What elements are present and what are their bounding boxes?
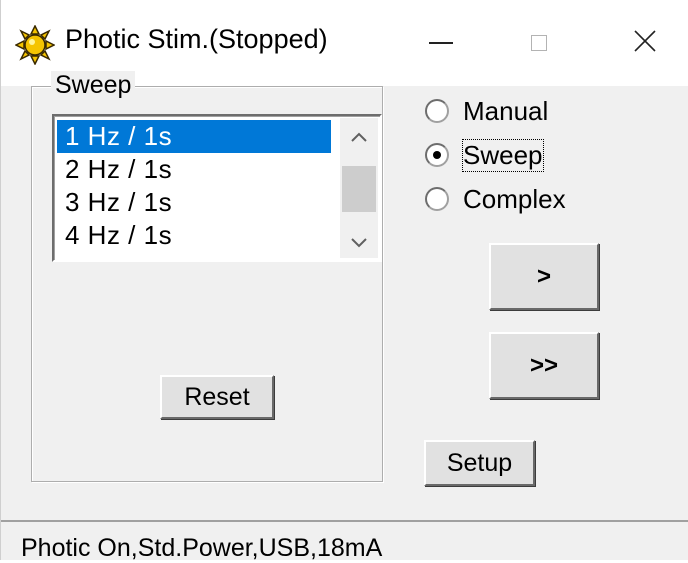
sweep-group-label: Sweep [51, 71, 136, 100]
radio-circle[interactable] [425, 143, 449, 167]
radio-circle[interactable] [425, 187, 449, 211]
list-item[interactable]: 2 Hz / 1s [57, 153, 331, 186]
list-item[interactable]: 4 Hz / 1s [57, 219, 331, 252]
chevron-down-icon [351, 232, 367, 253]
maximize-icon [531, 35, 547, 51]
scroll-up-button[interactable] [340, 120, 378, 152]
radio-selected-dot [433, 151, 441, 159]
minimize-icon [429, 42, 453, 44]
status-bar: Photic On,Std.Power,USB,18mA [1, 520, 688, 562]
maximize-button[interactable] [507, 18, 571, 68]
chevron-up-icon [351, 126, 367, 147]
sweep-list-items: 1 Hz / 1s 2 Hz / 1s 3 Hz / 1s 4 Hz / 1s [57, 120, 331, 252]
photic-stim-window: Photic Stim.(Stopped) Sweep 1 Hz / 1s 2 … [0, 0, 688, 562]
radio-sweep-label: Sweep [462, 138, 544, 172]
radio-manual-label: Manual [463, 95, 549, 126]
sun-icon [14, 24, 56, 66]
window-title: Photic Stim.(Stopped) [65, 24, 328, 54]
scroll-down-button[interactable] [340, 226, 378, 258]
radio-circle[interactable] [425, 99, 449, 123]
close-button[interactable] [613, 18, 677, 68]
radio-complex[interactable]: Complex [425, 182, 566, 216]
radio-manual[interactable]: Manual [425, 94, 548, 128]
fast-forward-button[interactable]: >> [489, 332, 599, 399]
minimize-button[interactable] [409, 18, 473, 68]
list-item[interactable]: 3 Hz / 1s [57, 186, 331, 219]
list-item[interactable]: 1 Hz / 1s [57, 120, 331, 153]
setup-button[interactable]: Setup [424, 440, 535, 486]
sweep-list[interactable]: 1 Hz / 1s 2 Hz / 1s 3 Hz / 1s 4 Hz / 1s [52, 114, 382, 262]
radio-sweep[interactable]: Sweep [425, 138, 544, 172]
step-forward-button[interactable]: > [489, 243, 599, 310]
scroll-thumb[interactable] [342, 166, 376, 212]
close-icon [633, 29, 657, 58]
list-scrollbar[interactable] [340, 118, 378, 258]
status-text: Photic On,Std.Power,USB,18mA [21, 534, 383, 562]
reset-button[interactable]: Reset [160, 375, 274, 419]
radio-complex-label: Complex [463, 183, 566, 214]
